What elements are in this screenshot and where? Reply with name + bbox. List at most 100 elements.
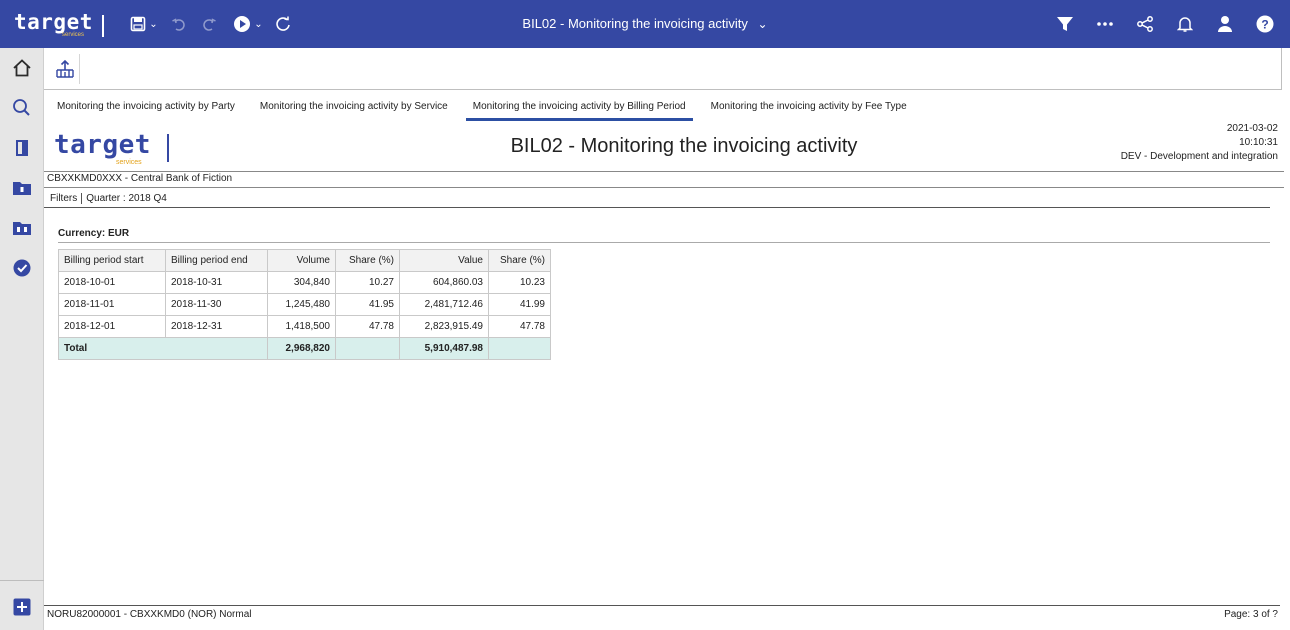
divider	[44, 207, 1270, 208]
table-cell[interactable]: 41.95	[335, 293, 400, 316]
run-icon	[234, 16, 251, 32]
top-bar: target services ⌄ ⌄ BIL02 - Monitoring t…	[0, 0, 1290, 48]
brand-logo: target services	[14, 9, 106, 39]
table-row: 2018-11-01 2018-11-30 1,245,480 41.95 2,…	[58, 293, 551, 316]
total-value[interactable]: 5,910,487.98	[399, 337, 489, 360]
table-cell[interactable]: 2018-12-01	[58, 315, 166, 338]
home-icon	[13, 59, 31, 77]
report-header: target services BIL02 - Monitoring the i…	[44, 122, 1290, 172]
chevron-down-icon: ⌄	[254, 18, 263, 30]
redo-button[interactable]	[194, 8, 224, 40]
chevron-down-icon: ⌄	[149, 18, 158, 30]
column-header[interactable]: Share (%)	[335, 249, 400, 272]
help-icon: ?	[1256, 15, 1274, 33]
undo-button[interactable]	[164, 8, 194, 40]
user-button[interactable]	[1206, 8, 1244, 40]
report-toolstrip	[44, 48, 1282, 90]
refresh-icon	[276, 16, 290, 31]
add-button[interactable]	[0, 589, 44, 625]
total-volume[interactable]: 2,968,820	[267, 337, 336, 360]
table-cell[interactable]: 10.23	[488, 271, 551, 294]
footer-user-info: NORU82000001 - CBXXKMD0 (NOR) Normal	[47, 609, 252, 620]
tab-by-service[interactable]: Monitoring the invoicing activity by Ser…	[253, 93, 455, 121]
search-button[interactable]	[0, 88, 44, 128]
table-cell[interactable]: 41.99	[488, 293, 551, 316]
report-time: 10:10:31	[1239, 137, 1278, 148]
total-label[interactable]: Total	[58, 337, 268, 360]
filters-label: Filters	[50, 193, 83, 204]
divider	[44, 187, 1284, 188]
export-button[interactable]	[50, 53, 80, 84]
svg-text:?: ?	[1261, 18, 1268, 32]
table-cell	[488, 337, 551, 360]
table-header-row: Billing period start Billing period end …	[58, 249, 551, 272]
search-icon	[13, 99, 30, 116]
more-icon	[1097, 22, 1113, 26]
column-header[interactable]: Billing period start	[58, 249, 166, 272]
brand-word: target	[14, 10, 93, 34]
table-cell[interactable]: 2018-10-31	[165, 271, 268, 294]
share-button[interactable]	[1126, 8, 1164, 40]
table-cell[interactable]: 304,840	[267, 271, 336, 294]
divider	[58, 242, 1270, 243]
team-content-button[interactable]	[0, 208, 44, 248]
table-cell	[335, 337, 400, 360]
notifications-button[interactable]	[1166, 8, 1204, 40]
tab-by-fee-type[interactable]: Monitoring the invoicing activity by Fee…	[704, 93, 914, 121]
recent-button[interactable]	[0, 248, 44, 288]
table-cell[interactable]: 2,823,915.49	[399, 315, 489, 338]
table-cell[interactable]: 2018-12-31	[165, 315, 268, 338]
filters-row: Filters Quarter : 2018 Q4	[50, 193, 167, 204]
my-content-button[interactable]	[0, 168, 44, 208]
table-cell[interactable]: 2,481,712.46	[399, 293, 489, 316]
tab-by-billing-period[interactable]: Monitoring the invoicing activity by Bil…	[465, 93, 693, 121]
report-environment: DEV - Development and integration	[1120, 151, 1278, 162]
table-cell[interactable]: 1,418,500	[267, 315, 336, 338]
share-icon	[1137, 16, 1153, 32]
filters-value: Quarter : 2018 Q4	[86, 193, 167, 204]
report-logo-sub: services	[116, 159, 142, 166]
tab-by-party[interactable]: Monitoring the invoicing activity by Par…	[50, 93, 242, 121]
run-button[interactable]: ⌄	[228, 8, 268, 40]
chevron-down-icon[interactable]: ⌄	[758, 17, 768, 31]
add-icon	[13, 598, 31, 616]
home-button[interactable]	[0, 48, 44, 88]
divider	[44, 605, 1280, 606]
divider	[44, 171, 1284, 172]
save-icon	[130, 16, 146, 32]
table-cell[interactable]: 2018-11-30	[165, 293, 268, 316]
save-button[interactable]: ⌄	[124, 8, 164, 40]
billing-period-table: Billing period start Billing period end …	[58, 249, 551, 360]
right-tools: ?	[1046, 8, 1284, 40]
help-button[interactable]: ?	[1246, 8, 1284, 40]
table-cell[interactable]: 604,860.03	[399, 271, 489, 294]
bank-label: CBXXKMD0XXX - Central Bank of Fiction	[47, 173, 233, 184]
table-cell[interactable]: 47.78	[335, 315, 400, 338]
filter-icon	[1057, 17, 1073, 31]
more-button[interactable]	[1086, 8, 1124, 40]
folder-icon	[13, 182, 31, 195]
table-cell[interactable]: 2018-10-01	[58, 271, 166, 294]
table-cell[interactable]: 1,245,480	[267, 293, 336, 316]
bell-icon	[1177, 17, 1193, 32]
column-header[interactable]: Value	[399, 249, 489, 272]
page-indicator: Page: 3 of ?	[1224, 609, 1278, 620]
table-cell[interactable]: 10.27	[335, 271, 400, 294]
report-selector-label[interactable]: BIL02 - Monitoring the invoicing activit…	[522, 16, 747, 31]
content-button[interactable]	[0, 128, 44, 168]
table-row: 2018-10-01 2018-10-31 304,840 10.27 604,…	[58, 271, 551, 294]
filter-button[interactable]	[1046, 8, 1084, 40]
sidebar	[0, 48, 44, 630]
sidebar-bottom	[0, 580, 44, 630]
user-icon	[1218, 16, 1232, 32]
refresh-button[interactable]	[268, 8, 298, 40]
brand-sub: services	[62, 32, 85, 38]
brand-bar	[102, 15, 104, 37]
column-header[interactable]: Billing period end	[165, 249, 268, 272]
column-header[interactable]: Volume	[267, 249, 336, 272]
column-header[interactable]: Share (%)	[488, 249, 551, 272]
table-row: 2018-12-01 2018-12-31 1,418,500 47.78 2,…	[58, 315, 551, 338]
table-cell[interactable]: 47.78	[488, 315, 551, 338]
table-cell[interactable]: 2018-11-01	[58, 293, 166, 316]
recent-icon	[13, 259, 31, 277]
